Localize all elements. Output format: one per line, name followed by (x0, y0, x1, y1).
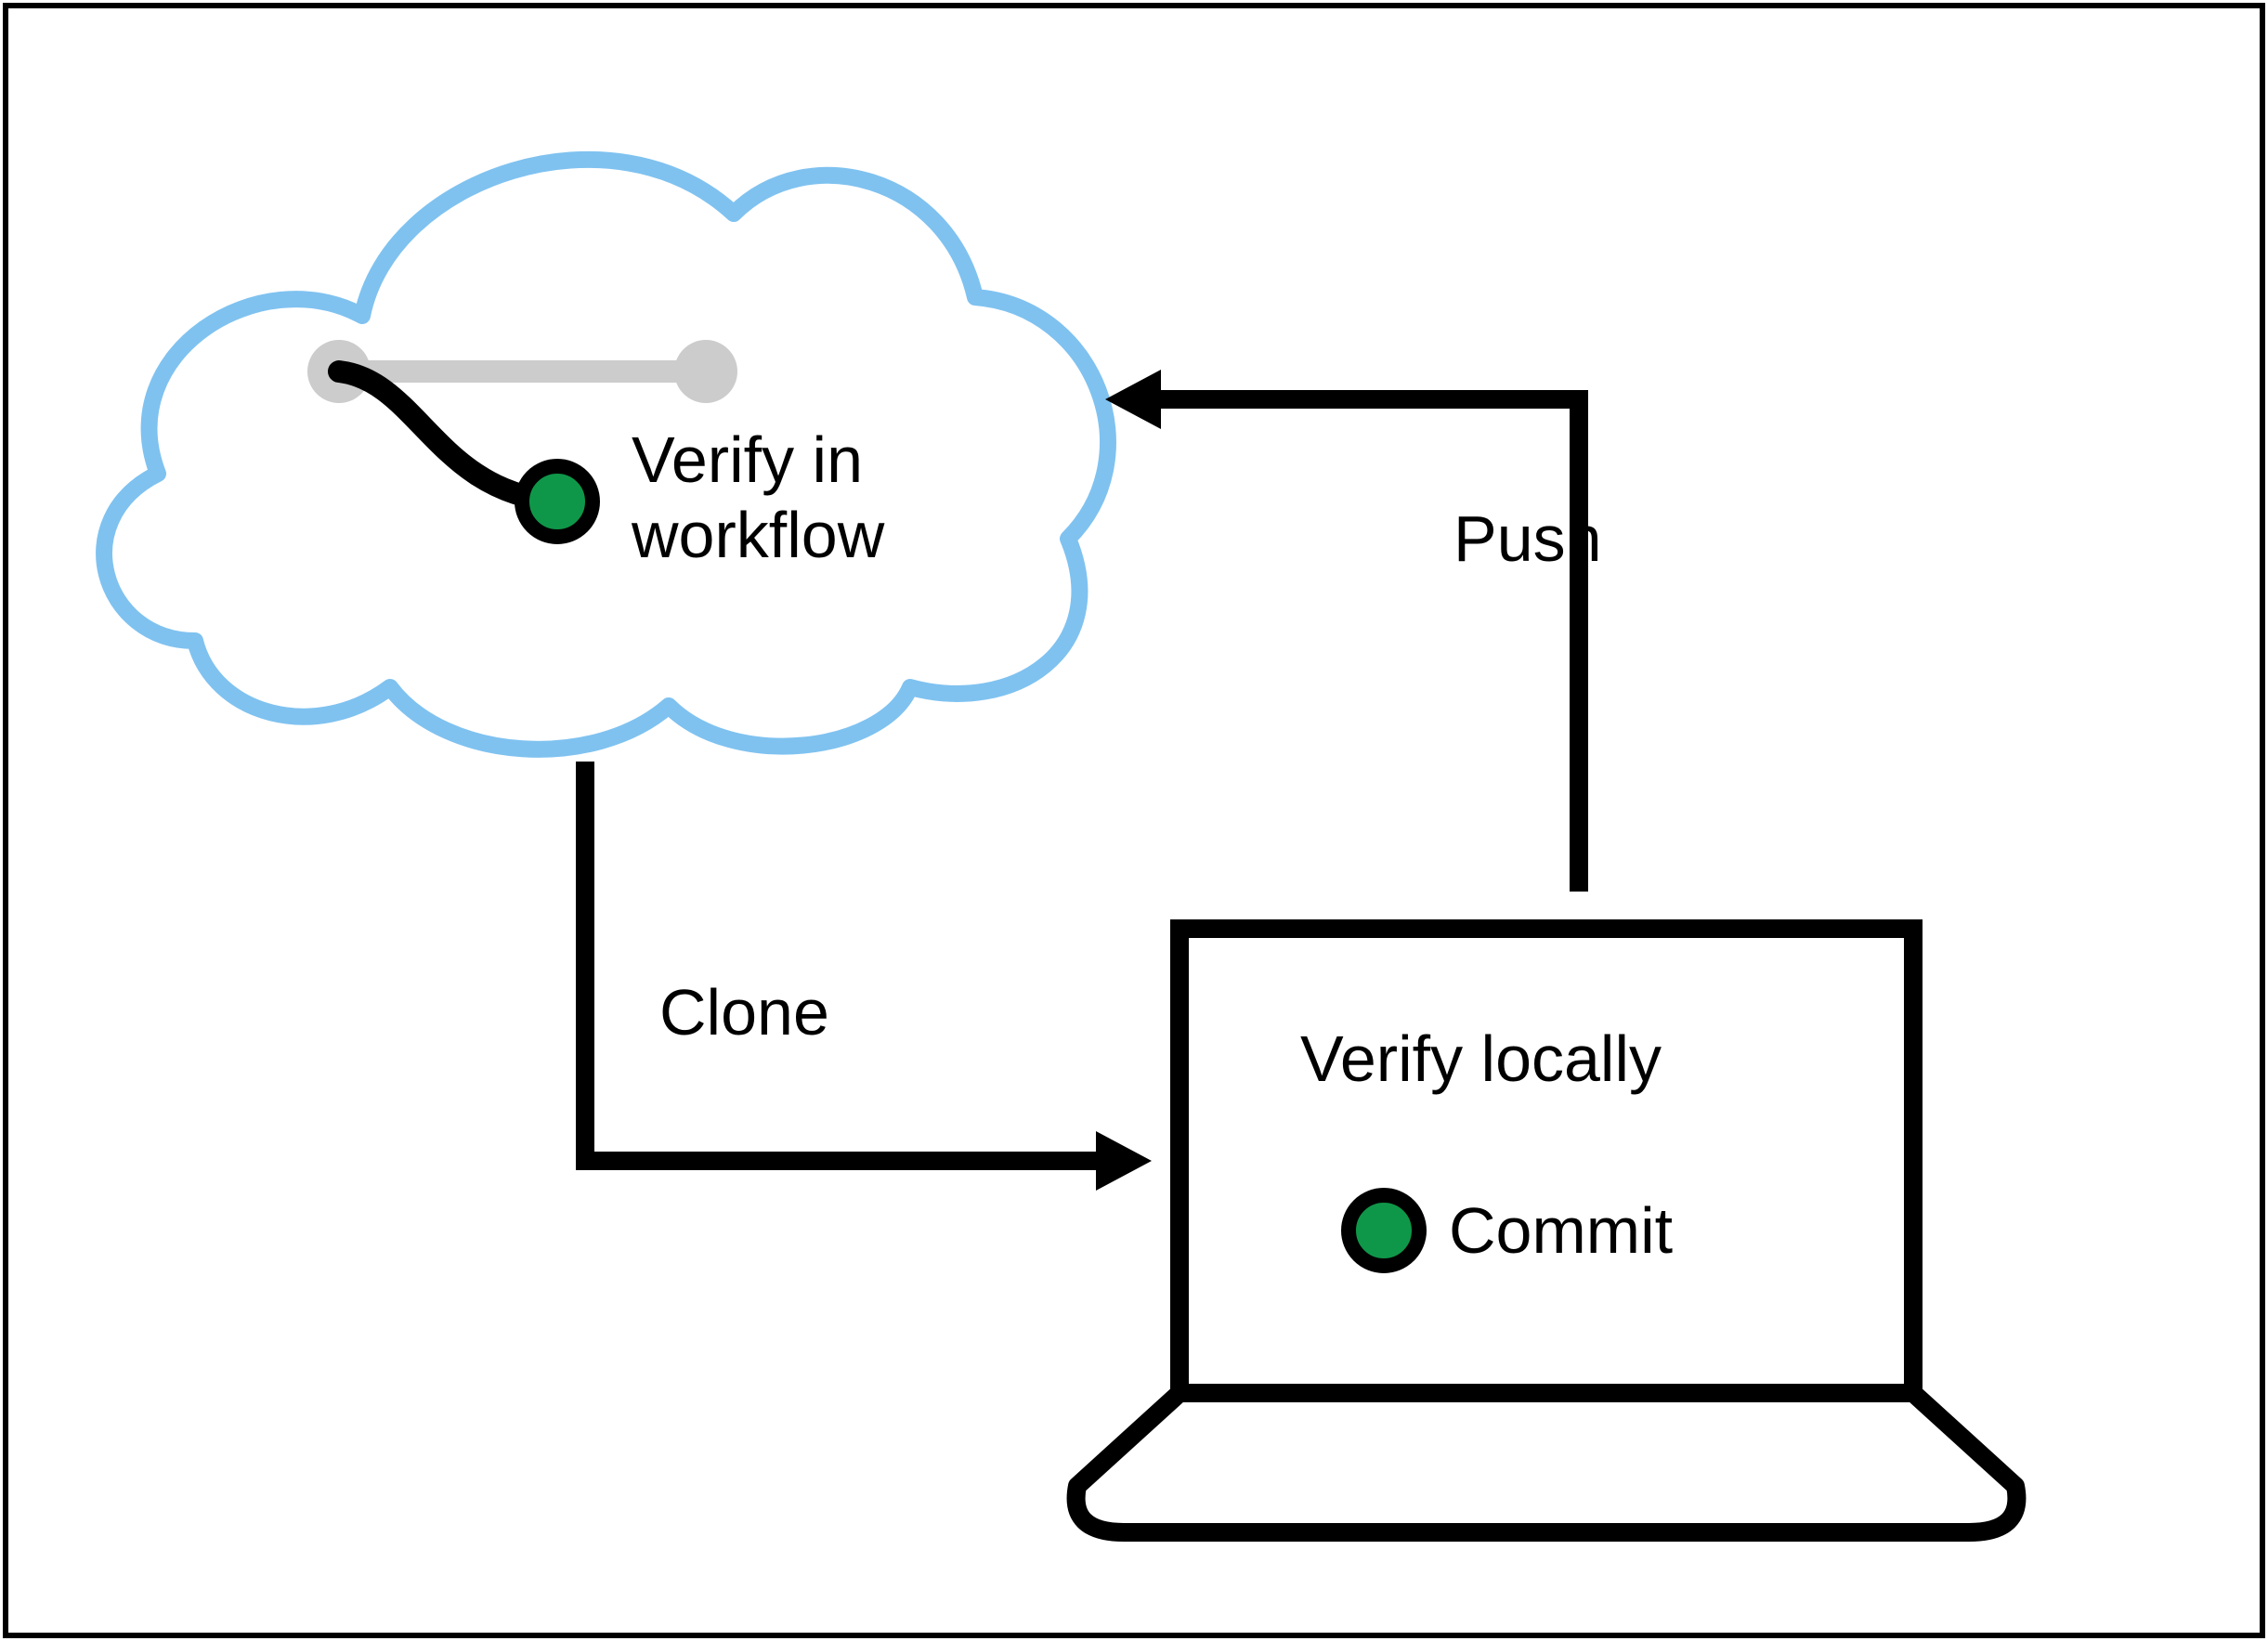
diagram-svg (0, 0, 2268, 1641)
push-arrow-icon (1105, 370, 1579, 892)
laptop-top-label: Verify locally (1300, 1022, 1662, 1097)
cloud-label: Verify in workflow (632, 423, 884, 572)
diagram-canvas: Verify in workflow Clone Push Verify loc… (0, 0, 2268, 1641)
cloud-icon (104, 160, 1108, 749)
commit-dot-laptop-icon (1349, 1195, 1419, 1266)
clone-label: Clone (659, 975, 829, 1050)
commit-dot-icon (522, 466, 593, 537)
laptop-bottom-label: Commit (1449, 1193, 1673, 1269)
push-label: Push (1453, 501, 1602, 577)
